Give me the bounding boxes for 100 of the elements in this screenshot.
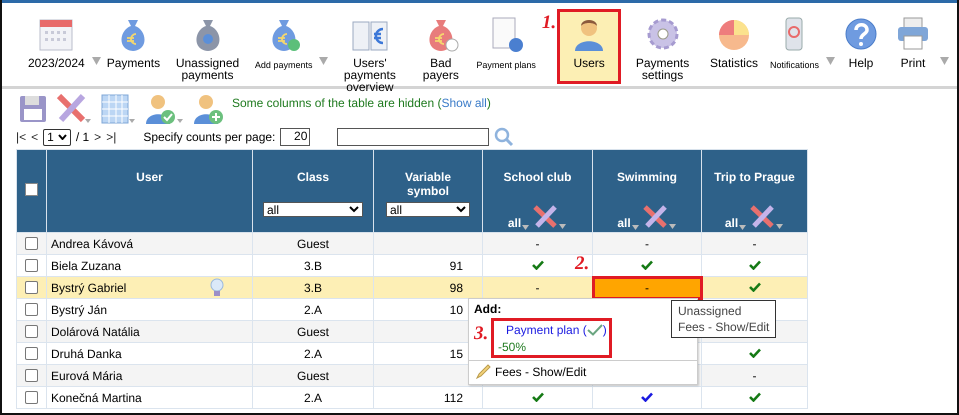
payment-plan-link[interactable]: Payment plan ( ) <box>506 323 609 337</box>
row-checkbox[interactable] <box>25 259 38 272</box>
variable-symbol-cell: 15 <box>450 346 463 360</box>
checkmark-icon <box>586 324 603 336</box>
chevron-icon <box>349 206 359 213</box>
chevron-icon <box>58 134 67 140</box>
filter-select[interactable]: all <box>263 202 363 217</box>
add-user-icon[interactable] <box>192 92 224 124</box>
toolbar-button[interactable]: Payments <box>100 9 166 76</box>
class-cell: Guest <box>296 368 329 382</box>
search-icon[interactable] <box>494 127 514 147</box>
filter-select[interactable]: all <box>386 202 470 217</box>
per-page-label: Specify counts per page: <box>143 130 276 144</box>
toolbar-label: Help <box>848 57 874 69</box>
column-header: Trip to Prague <box>714 170 795 184</box>
toolbar-label: Statistics <box>710 57 758 69</box>
class-cell: 3.B <box>304 280 322 294</box>
toolbar-label: Add payments <box>254 59 312 71</box>
status-dash: - <box>645 236 649 250</box>
class-cell: Guest <box>296 324 329 338</box>
callout-number: 2. <box>575 254 590 274</box>
variable-symbol-cell: 91 <box>450 258 463 272</box>
toolbar-button[interactable]: Notifications <box>764 9 825 78</box>
class-cell: 3.B <box>304 258 322 272</box>
variable-symbol-cell: 112 <box>444 390 463 404</box>
column-header: Class <box>296 170 330 184</box>
callout-number: 1. <box>542 13 556 33</box>
toolbar-label: Payments <box>106 57 160 69</box>
last-page-link[interactable]: >| <box>106 130 116 144</box>
caret-icon[interactable] <box>826 57 835 65</box>
toolbar-label: 2023/2024 <box>28 57 85 69</box>
filter-dropdown[interactable]: all <box>508 216 530 230</box>
column-header: Swimming <box>616 170 677 184</box>
per-page-field[interactable]: 20 <box>280 128 310 146</box>
caret-icon[interactable] <box>319 57 328 65</box>
user-name: Andrea Kávová <box>51 236 134 250</box>
user-check-icon[interactable] <box>144 92 184 124</box>
user-name: Konečná Martina <box>51 390 142 404</box>
first-page-link[interactable]: |< <box>16 130 26 144</box>
row-checkbox[interactable] <box>25 325 38 338</box>
toolbar-label: Payment plans <box>476 59 536 71</box>
variable-symbol-cell: 98 <box>450 280 463 294</box>
hidden-columns-notice: Some columns of the table are hidden (Show all) <box>232 96 491 110</box>
row-checkbox[interactable] <box>25 347 38 360</box>
tools-icon[interactable] <box>640 204 677 230</box>
row-checkbox[interactable] <box>25 391 38 404</box>
user-name: Eurová Mária <box>51 368 122 382</box>
caret-icon[interactable] <box>940 57 949 65</box>
class-cell: 2.A <box>304 390 322 404</box>
tooltip: Unassigned Fees - Show/Edit <box>671 300 776 338</box>
page-select[interactable]: 1 <box>43 128 71 146</box>
row-checkbox[interactable] <box>25 281 38 294</box>
tools-icon[interactable] <box>531 204 568 230</box>
toolbar-button[interactable]: Statistics <box>704 9 764 76</box>
show-all-link[interactable]: Show all <box>441 96 487 110</box>
toolbar-button[interactable]: Payments settings <box>621 9 704 88</box>
caret-icon <box>739 225 746 230</box>
tools-icon[interactable] <box>56 92 92 124</box>
filter-dropdown[interactable]: all <box>724 216 746 230</box>
callout-number: 3. <box>474 324 490 344</box>
row-checkbox[interactable] <box>25 303 38 316</box>
search-field[interactable] <box>337 128 490 146</box>
toolbar-label: Users <box>573 57 605 69</box>
status-dash: - <box>536 280 540 294</box>
column-header: Variable symbol <box>404 170 452 198</box>
caret-icon[interactable] <box>92 57 101 65</box>
select-all-checkbox[interactable] <box>25 183 38 196</box>
status-dash: - <box>645 280 649 294</box>
toolbar-button[interactable]: Payment plans <box>470 9 542 78</box>
toolbar-label: Notifications <box>770 59 819 71</box>
status-dash: - <box>752 236 756 250</box>
class-cell: 2.A <box>304 302 322 316</box>
toolbar-label: Print <box>900 57 926 69</box>
row-checkbox[interactable] <box>25 369 38 382</box>
caret-icon <box>522 225 530 230</box>
filter-dropdown[interactable]: all <box>617 216 639 230</box>
toolbar-label: Unassigned payments <box>174 57 240 81</box>
previous-page-link[interactable]: < <box>31 130 38 144</box>
save-icon[interactable] <box>18 94 48 124</box>
toolbar-button[interactable]: Add payments <box>248 9 318 78</box>
status-dash: - <box>752 368 756 382</box>
next-page-link[interactable]: > <box>94 130 102 144</box>
toolbar-button[interactable]: Print <box>887 9 939 76</box>
menu-item[interactable]: Fees - Show/Edit <box>469 360 697 383</box>
user-name: Bystrý Gabriel <box>51 280 126 294</box>
table-columns-icon[interactable] <box>100 92 136 124</box>
toolbar-label: Users' payments overview <box>342 57 397 93</box>
chevron-icon <box>456 206 466 213</box>
toolbar-button[interactable]: Help <box>835 9 887 76</box>
row-checkbox[interactable] <box>25 237 38 250</box>
toolbar-button[interactable]: Users <box>557 9 622 84</box>
lightbulb-icon[interactable] <box>210 278 224 298</box>
table-row[interactable]: Konečná Martina 2.A 112 <box>16 386 808 408</box>
toolbar-button[interactable]: Bad payers <box>411 9 470 88</box>
toolbar-button[interactable]: 2023/2024 <box>22 9 91 76</box>
caret-icon <box>632 225 639 230</box>
toolbar-button[interactable]: Unassigned payments <box>166 9 249 88</box>
user-name: Biela Zuzana <box>51 258 122 272</box>
table-row[interactable]: Andrea Kávová Guest - - - <box>16 232 808 254</box>
tools-icon[interactable] <box>748 204 784 230</box>
